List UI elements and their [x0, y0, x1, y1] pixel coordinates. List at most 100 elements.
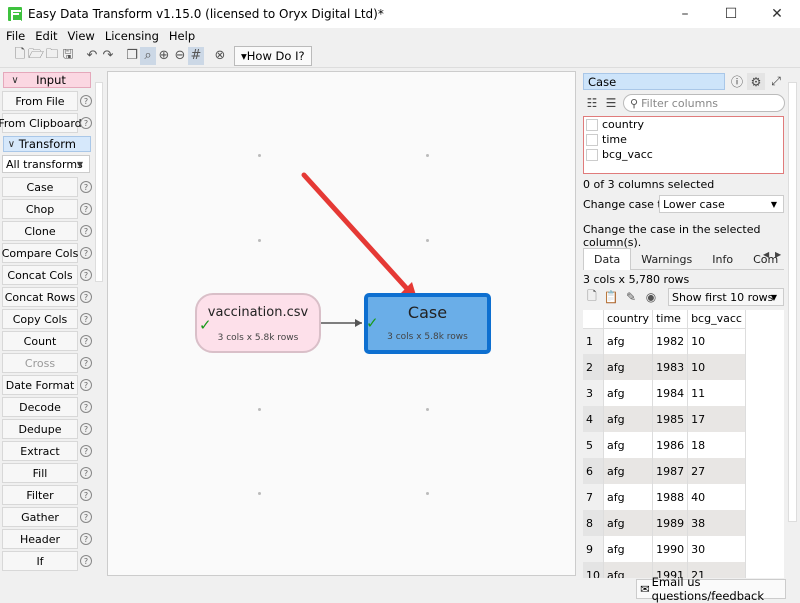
tab-info[interactable]: Info [702, 248, 743, 270]
expand-icon[interactable]: ⤢ [767, 73, 785, 90]
table-cell[interactable]: 1983 [652, 354, 689, 380]
redo-icon[interactable]: ↷ [100, 47, 116, 65]
transform-button-extract[interactable]: Extract [2, 441, 78, 461]
column-item[interactable]: country [584, 117, 783, 132]
transform-button-decode[interactable]: Decode [2, 397, 78, 417]
tab-scroll-right-icon[interactable]: ▶ [775, 250, 781, 259]
node-case[interactable]: ✓ Case 3 cols x 5.8k rows [364, 293, 491, 354]
menu-file[interactable]: File [2, 29, 29, 43]
help-icon[interactable]: ? [80, 313, 92, 325]
canvas[interactable]: ✓ vaccination.csv 3 cols x 5.8k rows ✓ C… [107, 71, 576, 576]
change-case-select[interactable]: Lower case ▼ [659, 195, 784, 213]
help-icon[interactable]: ? [80, 467, 92, 479]
table-cell[interactable]: afg [603, 380, 654, 406]
column-item[interactable]: time [584, 132, 783, 147]
help-icon[interactable]: ? [80, 555, 92, 567]
panel-scrollbar[interactable] [787, 70, 798, 578]
transform-button-clone[interactable]: Clone [2, 221, 78, 241]
table-cell[interactable]: 1987 [652, 458, 689, 484]
column-item[interactable]: bcg_vacc [584, 147, 783, 162]
palette-scrollbar[interactable] [94, 70, 104, 578]
help-icon[interactable]: ? [80, 401, 92, 413]
transform-name-field[interactable]: Case [583, 73, 725, 90]
help-icon[interactable]: ? [80, 181, 92, 193]
help-icon[interactable]: ? [80, 357, 92, 369]
table-cell[interactable]: 11 [687, 380, 746, 406]
table-cell[interactable]: 18 [687, 432, 746, 458]
help-icon[interactable]: ? [80, 225, 92, 237]
transform-button-fill[interactable]: Fill [2, 463, 78, 483]
maximize-button[interactable]: ☐ [708, 0, 754, 28]
table-cell[interactable]: 1988 [652, 484, 689, 510]
transform-button-if[interactable]: If [2, 551, 78, 571]
zoom-fit-icon[interactable]: ⌕ [140, 46, 156, 65]
transform-button-concat-cols[interactable]: Concat Cols [2, 265, 78, 285]
grid-icon[interactable]: # [188, 46, 204, 65]
transform-button-header[interactable]: Header [2, 529, 78, 549]
table-cell[interactable]: 40 [687, 484, 746, 510]
table-cell[interactable]: afg [603, 510, 654, 536]
table-cell[interactable]: afg [603, 432, 654, 458]
table-cell[interactable]: 30 [687, 536, 746, 562]
transform-button-filter[interactable]: Filter [2, 485, 78, 505]
tab-data[interactable]: Data [583, 248, 632, 270]
from-clipboard-button[interactable]: From Clipboard [0, 113, 82, 133]
help-icon[interactable]: ? [80, 291, 92, 303]
help-icon[interactable]: ? [80, 379, 92, 391]
email-feedback-button[interactable]: ✉ Email us questions/feedback [636, 575, 786, 603]
undo-icon[interactable]: ↶ [84, 47, 100, 65]
table-cell[interactable]: 1986 [652, 432, 689, 458]
minimize-button[interactable]: – [662, 0, 708, 28]
scrollbar-thumb[interactable] [95, 82, 103, 282]
transform-button-count[interactable]: Count [2, 331, 78, 351]
column-header[interactable]: time [652, 310, 689, 329]
help-icon[interactable]: ? [80, 423, 92, 435]
zoom-in-icon[interactable]: ⊕ [156, 47, 172, 65]
new-file-icon[interactable]: 🗋 [584, 289, 600, 305]
transform-button-chop[interactable]: Chop [2, 199, 78, 219]
input-section-header[interactable]: ∨ Input [3, 72, 91, 88]
table-cell[interactable]: afg [603, 328, 654, 354]
how-do-i-button[interactable]: ▾How Do I? [234, 45, 312, 66]
column-checkbox[interactable] [586, 148, 598, 161]
table-cell[interactable]: afg [603, 484, 654, 510]
table-cell[interactable]: afg [603, 536, 654, 562]
menu-view[interactable]: View [64, 29, 99, 43]
open-recent-icon[interactable]: 🗀 [44, 47, 60, 65]
help-icon[interactable]: ? [80, 247, 92, 259]
paste-icon[interactable]: 📋 [603, 289, 619, 305]
table-cell[interactable]: 1990 [652, 536, 689, 562]
table-cell[interactable]: 10 [687, 328, 746, 354]
column-header[interactable]: bcg_vacc [687, 310, 746, 329]
column-header[interactable]: country [603, 310, 654, 329]
table-cell[interactable]: 38 [687, 510, 746, 536]
help-icon[interactable]: ? [80, 95, 92, 107]
help-icon[interactable]: ? [80, 117, 92, 129]
edit-icon[interactable]: ✎ [623, 289, 639, 305]
help-icon[interactable]: ? [80, 335, 92, 347]
column-checkbox[interactable] [586, 133, 598, 146]
table-cell[interactable]: 27 [687, 458, 746, 484]
menu-edit[interactable]: Edit [31, 29, 61, 43]
table-cell[interactable]: 1982 [652, 328, 689, 354]
column-checkbox[interactable] [586, 118, 598, 131]
transform-filter-select[interactable]: All transforms ▼ [2, 155, 90, 173]
zoom-out-icon[interactable]: ⊖ [172, 47, 188, 65]
tab-warnings[interactable]: Warnings [631, 248, 702, 270]
transform-button-concat-rows[interactable]: Concat Rows [2, 287, 78, 307]
transform-button-gather[interactable]: Gather [2, 507, 78, 527]
table-cell[interactable]: afg [603, 406, 654, 432]
help-icon[interactable]: ? [80, 203, 92, 215]
transform-button-copy-cols[interactable]: Copy Cols [2, 309, 78, 329]
select-all-icon[interactable]: ☷ [583, 94, 601, 111]
table-cell[interactable]: 10 [687, 354, 746, 380]
transform-section-header[interactable]: ∨ Transform [3, 136, 91, 152]
scrollbar-thumb[interactable] [788, 82, 797, 522]
settings-icon[interactable]: ⚙ [747, 73, 765, 90]
transform-button-cross[interactable]: Cross [2, 353, 78, 373]
help-icon[interactable]: ? [80, 533, 92, 545]
help-icon[interactable]: ? [80, 489, 92, 501]
table-cell[interactable]: 17 [687, 406, 746, 432]
filter-columns-input[interactable]: ⚲ Filter columns [623, 94, 785, 112]
open-folder-icon[interactable]: 🗁 [28, 47, 44, 65]
